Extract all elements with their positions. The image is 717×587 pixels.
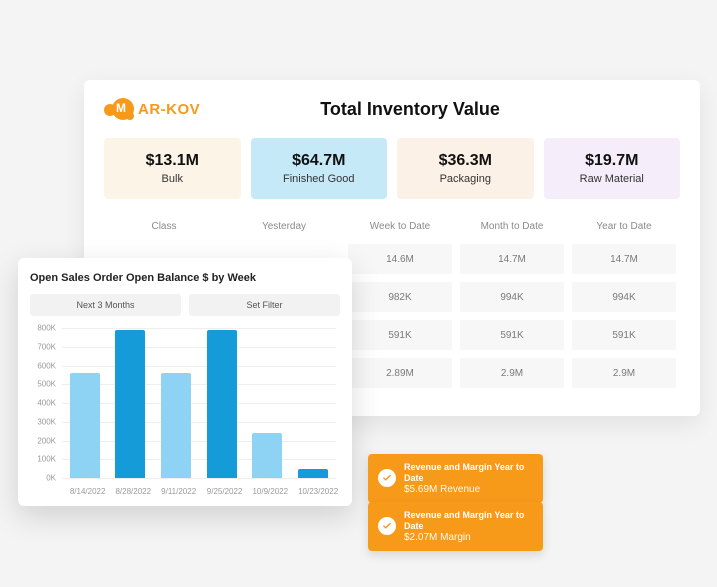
- kpi-card-bulk[interactable]: $13.1M Bulk: [104, 138, 241, 199]
- check-circle-icon: [378, 469, 396, 487]
- kpi-value: $13.1M: [112, 152, 233, 170]
- x-tick-label: 8/28/2022: [115, 487, 145, 496]
- y-axis: 800K700K600K500K400K300K200K100K0K: [30, 328, 58, 478]
- chart-button-row: Next 3 Months Set Filter: [30, 294, 340, 316]
- kpi-card-finished-good[interactable]: $64.7M Finished Good: [251, 138, 388, 199]
- kpi-value: $36.3M: [405, 152, 526, 170]
- x-tick-label: 10/23/2022: [298, 487, 328, 496]
- kpi-card-row: $13.1M Bulk $64.7M Finished Good $36.3M …: [104, 138, 680, 199]
- chart-bar[interactable]: [70, 373, 100, 478]
- chart-bars: [62, 328, 336, 478]
- chart-bar[interactable]: [161, 373, 191, 478]
- chart-card: Open Sales Order Open Balance $ by Week …: [18, 258, 352, 506]
- y-tick-label: 100K: [37, 455, 56, 464]
- x-tick-label: 9/11/2022: [161, 487, 191, 496]
- table-cell: 591K: [568, 316, 680, 354]
- table-cell: 591K: [456, 316, 568, 354]
- table-cell: 2.9M: [456, 354, 568, 392]
- col-header: Year to Date: [568, 213, 680, 240]
- y-tick-label: 200K: [37, 436, 56, 445]
- kpi-label: Finished Good: [259, 173, 380, 185]
- x-tick-label: 10/9/2022: [252, 487, 282, 496]
- kpi-pill-margin[interactable]: Revenue and Margin Year to Date $2.07M M…: [368, 502, 543, 551]
- y-tick-label: 300K: [37, 417, 56, 426]
- chart-bar[interactable]: [298, 469, 328, 478]
- col-header: Class: [104, 213, 224, 240]
- kpi-pill-title: Revenue and Margin Year to Date: [404, 462, 533, 484]
- y-tick-label: 0K: [46, 474, 56, 483]
- range-button[interactable]: Next 3 Months: [30, 294, 181, 316]
- y-tick-label: 500K: [37, 380, 56, 389]
- col-header: Yesterday: [224, 213, 344, 240]
- table-cell: 2.9M: [568, 354, 680, 392]
- table-cell: 14.6M: [344, 240, 456, 278]
- kpi-label: Bulk: [112, 173, 233, 185]
- kpi-pill-value: $2.07M Margin: [404, 532, 533, 543]
- x-tick-label: 9/25/2022: [207, 487, 237, 496]
- page-title: Total Inventory Value: [140, 99, 680, 120]
- kpi-value: $64.7M: [259, 152, 380, 170]
- chart-title: Open Sales Order Open Balance $ by Week: [30, 272, 340, 284]
- table-cell: 994K: [456, 278, 568, 316]
- grid-line: [62, 478, 336, 479]
- x-tick-label: 8/14/2022: [70, 487, 100, 496]
- kpi-pill-text: Revenue and Margin Year to Date $5.69M R…: [404, 462, 533, 495]
- table-cell: 2.89M: [344, 354, 456, 392]
- table-cell: 591K: [344, 316, 456, 354]
- bar-chart: 800K700K600K500K400K300K200K100K0K 8/14/…: [30, 328, 340, 496]
- chart-bar[interactable]: [115, 330, 145, 478]
- col-header: Month to Date: [456, 213, 568, 240]
- table-cell: 994K: [568, 278, 680, 316]
- y-tick-label: 600K: [37, 361, 56, 370]
- kpi-pill-text: Revenue and Margin Year to Date $2.07M M…: [404, 510, 533, 543]
- kpi-label: Packaging: [405, 173, 526, 185]
- table-cell: 14.7M: [456, 240, 568, 278]
- kpi-card-raw-material[interactable]: $19.7M Raw Material: [544, 138, 681, 199]
- y-tick-label: 800K: [37, 324, 56, 333]
- kpi-value: $19.7M: [552, 152, 673, 170]
- table-cell: 982K: [344, 278, 456, 316]
- kpi-pill-value: $5.69M Revenue: [404, 484, 533, 495]
- y-tick-label: 400K: [37, 399, 56, 408]
- kpi-label: Raw Material: [552, 173, 673, 185]
- chart-bar[interactable]: [252, 433, 282, 478]
- table-cell: 14.7M: [568, 240, 680, 278]
- set-filter-button[interactable]: Set Filter: [189, 294, 340, 316]
- kpi-pill-revenue[interactable]: Revenue and Margin Year to Date $5.69M R…: [368, 454, 543, 503]
- header-row: M AR-KOV Total Inventory Value: [104, 98, 680, 120]
- chart-bar[interactable]: [207, 330, 237, 478]
- check-circle-icon: [378, 517, 396, 535]
- kpi-card-packaging[interactable]: $36.3M Packaging: [397, 138, 534, 199]
- kpi-pill-title: Revenue and Margin Year to Date: [404, 510, 533, 532]
- col-header: Week to Date: [344, 213, 456, 240]
- y-tick-label: 700K: [37, 342, 56, 351]
- x-axis: 8/14/2022 8/28/2022 9/11/2022 9/25/2022 10/9…: [62, 487, 336, 496]
- logo-mark-icon: M: [104, 98, 134, 120]
